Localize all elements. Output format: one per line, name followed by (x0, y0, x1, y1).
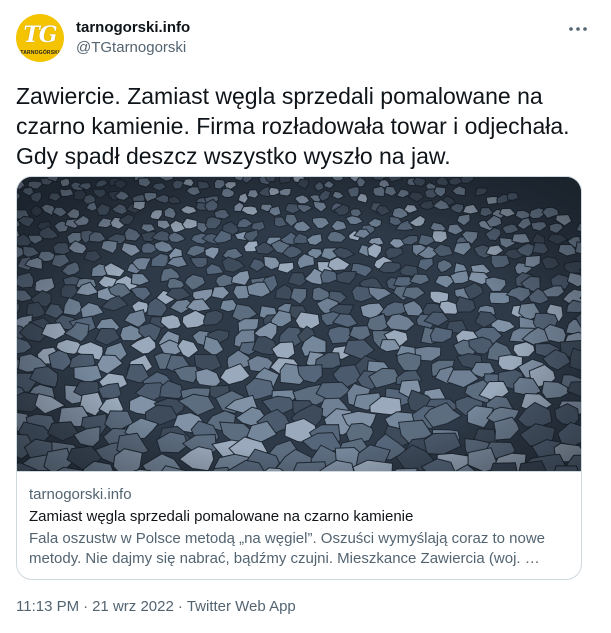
tweet-time[interactable]: 11:13 PM (16, 598, 79, 615)
card-description: Fala oszustw w Polsce metodą „na węgiel”… (29, 529, 569, 569)
card-image[interactable] (17, 177, 581, 471)
stones-image (17, 177, 581, 471)
avatar[interactable]: TG TARNOGÓRSKI (16, 14, 64, 62)
tweet-meta: 11:13 PM · 21 wrz 2022 · Twitter Web App (16, 597, 296, 617)
card-description-line-2: metody. Nie dajmy się nabrać, bądźmy czu… (29, 550, 540, 567)
tweet-text: Zawiercie. Zamiast węgla sprzedali pomal… (16, 83, 570, 169)
card-domain: tarnogorski.info (29, 486, 132, 503)
author-names: tarnogorski.info @TGtarnogorski (76, 18, 190, 58)
tweet-source: Twitter Web App (186, 598, 296, 615)
meta-separator-2: · (177, 598, 183, 615)
user-handle[interactable]: @TGtarnogorski (76, 38, 190, 58)
more-horizontal-icon (569, 27, 587, 31)
card-description-line-1: Fala oszustw w Polsce metodą „na węgiel”… (29, 530, 546, 547)
meta-separator-1: · (83, 598, 89, 615)
link-preview-card[interactable]: tarnogorski.info Zamiast węgla sprzedali… (16, 176, 582, 580)
card-title: Zamiast węgla sprzedali pomalowane na cz… (29, 508, 414, 525)
tweet-header: TG TARNOGÓRSKI tarnogorski.info @TGtarno… (16, 14, 595, 62)
avatar-logo-text: TG (23, 22, 57, 48)
card-body: tarnogorski.info Zamiast węgla sprzedali… (17, 471, 581, 579)
more-options-button[interactable] (561, 16, 595, 42)
display-name[interactable]: tarnogorski.info (76, 18, 190, 38)
tweet: TG TARNOGÓRSKI tarnogorski.info @TGtarno… (0, 0, 611, 633)
avatar-logo-subtext: TARNOGÓRSKI (20, 50, 60, 56)
tweet-date[interactable]: 21 wrz 2022 (92, 598, 174, 615)
